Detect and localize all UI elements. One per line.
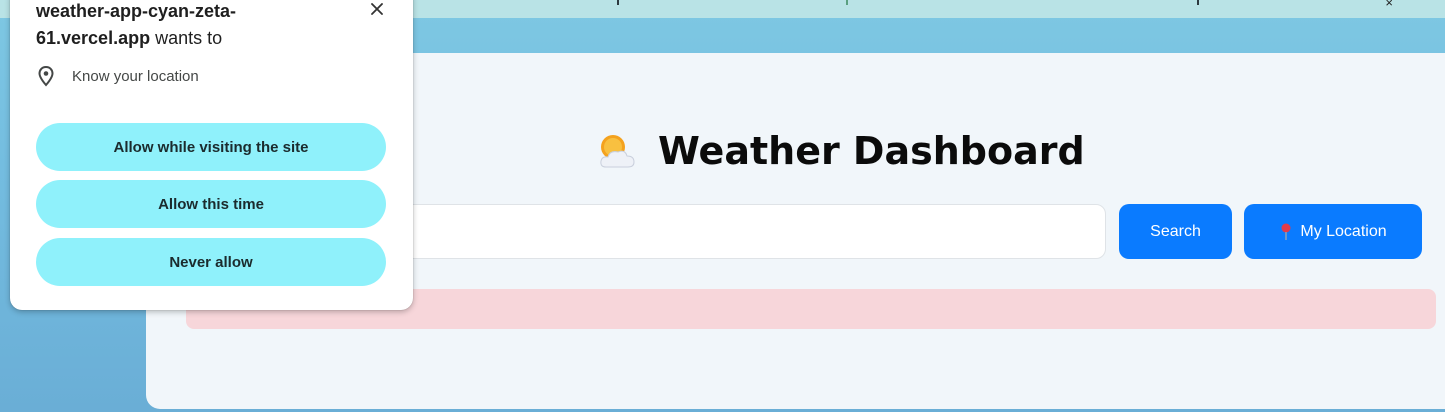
strip-mark xyxy=(846,0,848,5)
permission-row: Know your location xyxy=(36,65,199,87)
allow-while-visiting-button[interactable]: Allow while visiting the site xyxy=(36,123,386,171)
popup-site-text: weather-app-cyan-zeta-61.vercel.app want… xyxy=(36,0,336,52)
city-search-input[interactable] xyxy=(380,204,1106,259)
allow-this-time-button[interactable]: Allow this time xyxy=(36,180,386,228)
strip-close-icon[interactable]: × xyxy=(1385,0,1393,10)
permission-label: Know your location xyxy=(72,67,199,85)
location-pin-icon xyxy=(38,65,54,87)
page-title: Weather Dashboard xyxy=(596,126,1085,176)
close-icon[interactable] xyxy=(366,0,388,20)
sun-behind-cloud-icon xyxy=(600,135,635,168)
search-button-label: Search xyxy=(1150,222,1201,240)
my-location-label: My Location xyxy=(1300,222,1387,240)
round-pushpin-icon xyxy=(1281,223,1291,240)
location-permission-popup: weather-app-cyan-zeta-61.vercel.app want… xyxy=(10,0,413,310)
page-title-text: Weather Dashboard xyxy=(658,129,1085,173)
popup-wants-to: wants to xyxy=(155,28,223,48)
strip-mark xyxy=(1197,0,1199,5)
strip-mark xyxy=(617,0,619,5)
search-button[interactable]: Search xyxy=(1119,204,1232,259)
my-location-button[interactable]: My Location xyxy=(1244,204,1422,259)
never-allow-button[interactable]: Never allow xyxy=(36,238,386,286)
